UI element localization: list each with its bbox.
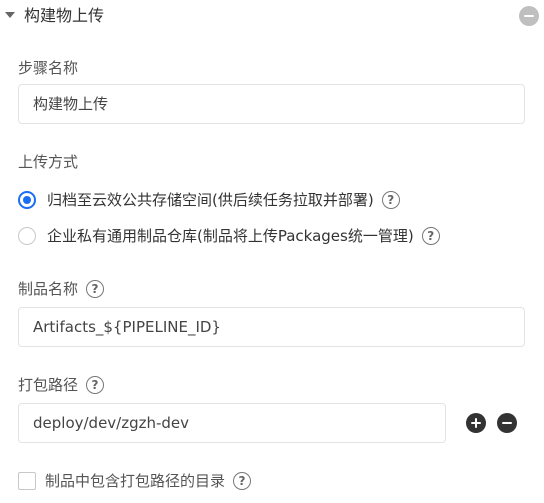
artifact-name-label: 制品名称 ?: [18, 278, 105, 300]
help-icon[interactable]: ?: [233, 472, 252, 490]
artifact-name-input[interactable]: Artifacts_${PIPELINE_ID}: [18, 307, 525, 347]
remove-path-button[interactable]: [497, 413, 517, 433]
step-name-label: 步骤名称: [18, 59, 79, 77]
help-icon[interactable]: ?: [421, 227, 440, 245]
upload-option-label: 归档至云效公共存储空间(供后续任务拉取并部署): [47, 191, 374, 209]
section-header[interactable]: 构建物上传: [0, 0, 544, 32]
help-icon[interactable]: ?: [381, 191, 400, 209]
caret-down-icon[interactable]: [5, 12, 15, 18]
upload-option-label: 企业私有通用制品仓库(制品将上传Packages统一管理): [47, 227, 414, 245]
help-icon[interactable]: ?: [86, 280, 105, 298]
section-title: 构建物上传: [24, 6, 105, 25]
minus-circle-icon[interactable]: [519, 6, 539, 26]
upload-method-label: 上传方式: [18, 153, 79, 171]
add-path-button[interactable]: [466, 413, 486, 433]
package-path-input[interactable]: deploy/dev/zgzh-dev: [18, 403, 446, 443]
checkbox[interactable]: [18, 472, 36, 490]
upload-option-public-storage[interactable]: 归档至云效公共存储空间(供后续任务拉取并部署) ?: [18, 189, 400, 211]
help-icon[interactable]: ?: [86, 376, 105, 394]
radio-unchecked[interactable]: [18, 227, 36, 245]
include-path-dir-option[interactable]: 制品中包含打包路径的目录 ?: [18, 470, 252, 492]
upload-option-private-repo[interactable]: 企业私有通用制品仓库(制品将上传Packages统一管理) ?: [18, 225, 440, 247]
include-path-dir-label: 制品中包含打包路径的目录: [45, 472, 226, 490]
radio-checked[interactable]: [18, 191, 36, 209]
step-name-input[interactable]: 构建物上传: [18, 84, 525, 124]
package-path-label: 打包路径 ?: [18, 374, 105, 396]
